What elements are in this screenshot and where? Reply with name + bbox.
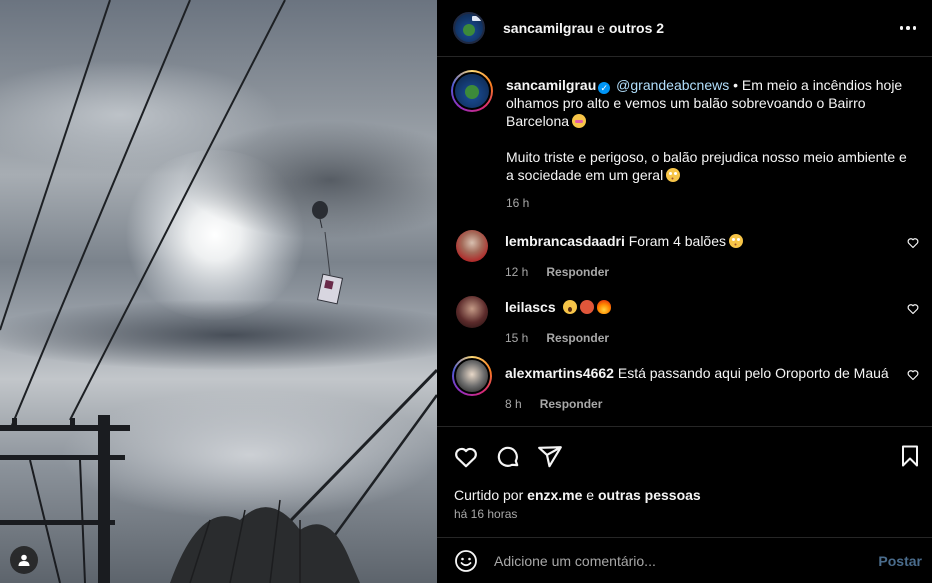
- author-username-link[interactable]: sancamilgrau: [503, 20, 593, 36]
- caption-avatar[interactable]: [451, 70, 493, 112]
- liked-by: Curtido por enzx.me e outras pessoas: [454, 487, 701, 503]
- comment-timestamp: 8 h: [505, 397, 522, 411]
- flushed-emoji-icon: [729, 234, 744, 248]
- caption-timestamp: 16 h: [506, 196, 530, 210]
- save-post-button[interactable]: [898, 444, 922, 468]
- post-actions: Curtido por enzx.me e outras pessoas há …: [437, 426, 932, 543]
- flushed-emoji-icon: [666, 168, 681, 182]
- commenter-avatar[interactable]: [456, 296, 488, 328]
- like-comment-button[interactable]: [907, 368, 919, 386]
- post-caption: sancamilgrau ✓ @grandeabcnews • Em meio a…: [451, 70, 921, 212]
- bookmark-icon: [902, 445, 918, 467]
- caption-paragraph-1: sancamilgrau ✓ @grandeabcnews • Em meio a…: [506, 76, 916, 130]
- other-authors-link[interactable]: outros 2: [609, 20, 664, 36]
- comment-text: Está passando aqui pelo Oroporto de Mauá: [617, 365, 889, 381]
- caption-username[interactable]: sancamilgrau: [506, 77, 596, 93]
- reply-button[interactable]: Responder: [546, 265, 609, 279]
- emoji-icon: [455, 549, 477, 572]
- more-icon: [899, 26, 903, 30]
- liked-by-user-link[interactable]: enzx.me: [527, 487, 582, 503]
- post-photo[interactable]: [0, 0, 437, 583]
- commenter-username[interactable]: leilascs: [505, 299, 556, 315]
- post-comment-button[interactable]: Postar: [878, 553, 922, 569]
- emoji-picker-button[interactable]: [454, 549, 478, 573]
- post-timestamp[interactable]: há 16 horas: [454, 507, 517, 521]
- commenter-username[interactable]: alexmartins4662: [505, 365, 614, 381]
- comments-section: sancamilgrau ✓ @grandeabcnews • Em meio a…: [437, 58, 932, 426]
- heart-icon: [907, 304, 919, 315]
- like-button[interactable]: [453, 444, 479, 470]
- post-header: sancamilgrau e outros 2: [437, 0, 932, 57]
- author-avatar[interactable]: [453, 12, 485, 44]
- liked-by-connector: e: [582, 487, 598, 503]
- heart-icon: [907, 370, 919, 381]
- heart-icon: [455, 447, 477, 468]
- comment-timestamp: 15 h: [505, 331, 529, 345]
- verified-icon: ✓: [598, 82, 611, 94]
- share-button[interactable]: [537, 444, 563, 470]
- comment-icon: [497, 446, 519, 467]
- caption-mention-link[interactable]: @grandeabcnews: [616, 77, 729, 93]
- comment-item: lembrancasdaadri Foram 4 balões 12 h Resp…: [451, 230, 921, 281]
- commenter-avatar[interactable]: [452, 356, 492, 396]
- shocked-emoji-icon: [562, 300, 577, 314]
- commenter-username[interactable]: lembrancasdaadri: [505, 233, 625, 249]
- angry-emoji-icon: [579, 300, 594, 314]
- comment-button[interactable]: [495, 444, 521, 470]
- heart-icon: [907, 238, 919, 249]
- user-icon: [18, 554, 30, 566]
- authors-connector: e: [593, 20, 609, 36]
- like-comment-button[interactable]: [907, 302, 919, 320]
- post-detail-panel: sancamilgrau e outros 2 sancamilgrau ✓ @g…: [437, 0, 932, 583]
- post-authors: sancamilgrau e outros 2: [503, 20, 664, 36]
- add-comment-bar: Postar: [437, 537, 932, 583]
- share-icon: [538, 446, 562, 468]
- reply-button[interactable]: Responder: [546, 331, 609, 345]
- comment-item: leilascs 15 h Responder: [451, 296, 921, 347]
- reply-button[interactable]: Responder: [540, 397, 603, 411]
- caption-text-2: Muito triste e perigoso, o balão prejudi…: [506, 149, 907, 183]
- fire-emoji-icon: [596, 300, 611, 314]
- comment-item: alexmartins4662 Está passando aqui pelo …: [451, 356, 921, 413]
- crying-emoji-icon: [572, 114, 587, 128]
- tagged-users-button[interactable]: [10, 546, 38, 574]
- like-comment-button[interactable]: [907, 236, 919, 254]
- liked-by-others-link[interactable]: outras pessoas: [598, 487, 701, 503]
- more-options-button[interactable]: [898, 20, 919, 36]
- commenter-avatar[interactable]: [456, 230, 488, 262]
- comment-timestamp: 12 h: [505, 265, 529, 279]
- comment-text: Foram 4 balões: [628, 233, 727, 249]
- photo-scene: [0, 0, 437, 583]
- liked-by-prefix: Curtido por: [454, 487, 528, 503]
- caption-paragraph-2: Muito triste e perigoso, o balão prejudi…: [506, 148, 916, 184]
- comment-input[interactable]: [494, 552, 879, 569]
